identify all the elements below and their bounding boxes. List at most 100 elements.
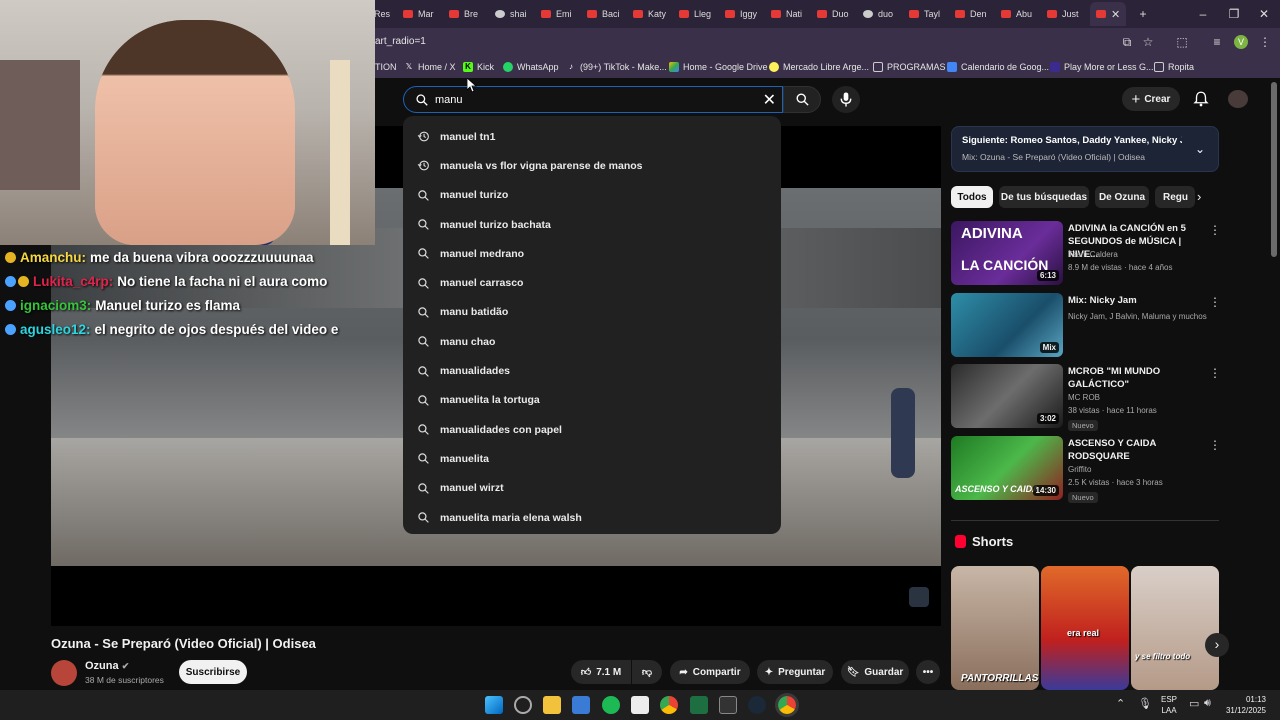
more-options-icon[interactable]: ⋮ [1209, 366, 1221, 380]
tab[interactable]: Katy [633, 4, 666, 24]
search-suggestion[interactable]: manuelita maria elena walsh [403, 503, 781, 532]
share-button[interactable]: ➦ Compartir [670, 660, 750, 684]
create-button[interactable]: + Crear [1122, 87, 1180, 111]
more-options-icon[interactable]: ⋮ [1209, 438, 1221, 452]
extensions-icon[interactable]: ⬚ [1173, 33, 1191, 51]
capcut-icon[interactable] [631, 696, 649, 714]
windows-start-icon[interactable] [485, 696, 503, 714]
bookmark-folder[interactable]: Ropita [1154, 60, 1194, 74]
chevron-right-icon[interactable]: › [1197, 189, 1201, 204]
search-suggestion[interactable]: manuel wirzt [403, 474, 781, 503]
tab[interactable]: Lleg [679, 4, 711, 24]
tray-chevron-icon[interactable]: ⌃ [1116, 697, 1125, 710]
search-suggestion[interactable]: manuel carrasco [403, 268, 781, 297]
related-video[interactable]: ADIVINA LA CANCIÓN 6:13 ADIVINA la CANCI… [951, 221, 1221, 287]
bookmark-item[interactable]: WhatsApp [503, 60, 559, 74]
close-tab-icon[interactable]: ✕ [1111, 8, 1120, 21]
bookmark-item[interactable]: Mercado Libre Arge... [769, 60, 869, 74]
chip-de-tus-busquedas[interactable]: De tus búsquedas [999, 186, 1089, 208]
tab[interactable]: Tayl [909, 4, 940, 24]
tab[interactable]: Iggy [725, 4, 757, 24]
short-thumbnail[interactable]: era real [1041, 566, 1129, 690]
notifications-bell-icon[interactable] [1192, 90, 1210, 108]
tab[interactable]: Duo [817, 4, 849, 24]
search-suggestion[interactable]: manuela vs flor vigna parense de manos [403, 151, 781, 180]
chip-todos[interactable]: Todos [951, 186, 993, 208]
search-suggestion[interactable]: manuel turizo bachata [403, 210, 781, 239]
tab[interactable]: shai [495, 4, 527, 24]
search-suggestion[interactable]: manuelita la tortuga [403, 386, 781, 415]
new-tab-button[interactable]: + [1133, 4, 1153, 24]
chrome-active-icon[interactable] [775, 693, 799, 717]
tab[interactable]: Just [1047, 4, 1079, 24]
more-options-icon[interactable]: ⋮ [1209, 295, 1221, 309]
spotify-icon[interactable] [602, 696, 620, 714]
search-suggestion[interactable]: manuel medrano [403, 239, 781, 268]
more-options-icon[interactable]: ⋮ [1209, 223, 1221, 237]
maximize-icon[interactable]: ❐ [1224, 4, 1244, 24]
tray-microphone-icon[interactable]: 🎙︎ [1138, 697, 1152, 710]
channel-avatar[interactable] [51, 660, 77, 686]
excel-icon[interactable] [690, 696, 708, 714]
ask-button[interactable]: ✦ Preguntar [757, 660, 833, 684]
search-box[interactable]: ✕ [403, 86, 783, 113]
epic-games-icon[interactable] [719, 696, 737, 714]
tab[interactable]: Res [374, 4, 390, 24]
search-suggestion[interactable]: manualidades con papel [403, 415, 781, 444]
network-icon[interactable]: ▭ [1189, 697, 1199, 710]
bookmark-star-icon[interactable]: ☆ [1139, 33, 1157, 51]
steam-icon[interactable] [748, 696, 766, 714]
bookmark-item[interactable]: Home - Google Drive [669, 60, 768, 74]
tab[interactable]: Emi [541, 4, 572, 24]
copilot-icon[interactable] [514, 696, 532, 714]
channel-watermark[interactable] [909, 587, 929, 607]
dislike-button[interactable]: 👎︎ [632, 660, 662, 684]
related-video[interactable]: 3:02 MCROB "MI MUNDO GALÁCTICO" MC ROB 3… [951, 364, 1221, 431]
like-button[interactable]: 👍︎ 7.1 M [571, 660, 631, 684]
close-window-icon[interactable]: ✕ [1254, 4, 1274, 24]
search-suggestion[interactable]: manuel tn1 [403, 122, 781, 151]
voice-search-button[interactable] [832, 86, 860, 113]
minimize-icon[interactable]: – [1193, 4, 1213, 24]
bookmark-item[interactable]: K Kick [463, 60, 494, 74]
related-video[interactable]: ASCENSO Y CAIDA 14:30 ASCENSO Y CAIDA RO… [951, 436, 1221, 503]
tab[interactable]: Mar [403, 4, 434, 24]
chip-regu[interactable]: Regu [1155, 186, 1195, 208]
bookmark-item[interactable]: Play More or Less G... [1050, 60, 1154, 74]
tab[interactable]: duo [863, 4, 893, 24]
tab[interactable]: Abu [1001, 4, 1032, 24]
tab[interactable]: Den [955, 4, 987, 24]
clock[interactable]: 01:13 31/12/2025 [1222, 694, 1266, 716]
cast-icon[interactable]: ⧉ [1118, 33, 1136, 51]
search-button[interactable] [783, 86, 821, 113]
clear-search-icon[interactable]: ✕ [763, 90, 776, 110]
short-thumbnail[interactable]: y se filtro todo [1131, 566, 1219, 690]
scrollbar[interactable] [1271, 82, 1277, 257]
chrome-icon[interactable] [660, 696, 678, 714]
store-icon[interactable] [572, 696, 590, 714]
chip-de-ozuna[interactable]: De Ozuna [1095, 186, 1149, 208]
bookmark-item[interactable]: Calendario de Goog... [947, 60, 1049, 74]
bookmark-item[interactable]: ♪ (99+) TikTok - Make... [566, 60, 667, 74]
url-text[interactable]: art_radio=1 [375, 36, 426, 47]
tab[interactable]: Baci [587, 4, 620, 24]
language-indicator[interactable]: ESP LAA [1161, 694, 1177, 716]
chevron-down-icon[interactable]: ⌄ [1195, 142, 1205, 156]
channel-name[interactable]: Ozuna ✔ [85, 660, 129, 672]
search-input[interactable] [435, 93, 735, 106]
save-button[interactable]: 🔖︎ Guardar [841, 660, 909, 684]
tab[interactable]: Bre [449, 4, 478, 24]
more-actions-button[interactable]: ••• [916, 660, 940, 684]
related-video[interactable]: Mix Mix: Nicky Jam Nicky Jam, J Balvin, … [951, 293, 1221, 359]
bookmark-item[interactable]: TION [375, 60, 397, 74]
search-suggestion[interactable]: manu chao [403, 327, 781, 356]
profile-avatar[interactable]: V [1234, 35, 1248, 49]
menu-dots-icon[interactable]: ⋮ [1256, 33, 1274, 51]
search-suggestion[interactable]: manualidades [403, 356, 781, 385]
media-icon[interactable]: ≡ [1208, 33, 1226, 51]
tab-active[interactable]: ✕ [1090, 2, 1127, 26]
search-suggestion[interactable]: manu batidão [403, 298, 781, 327]
shorts-next-button[interactable]: › [1205, 633, 1229, 657]
bookmark-folder[interactable]: PROGRAMAS [873, 60, 946, 74]
account-avatar[interactable] [1228, 90, 1248, 108]
